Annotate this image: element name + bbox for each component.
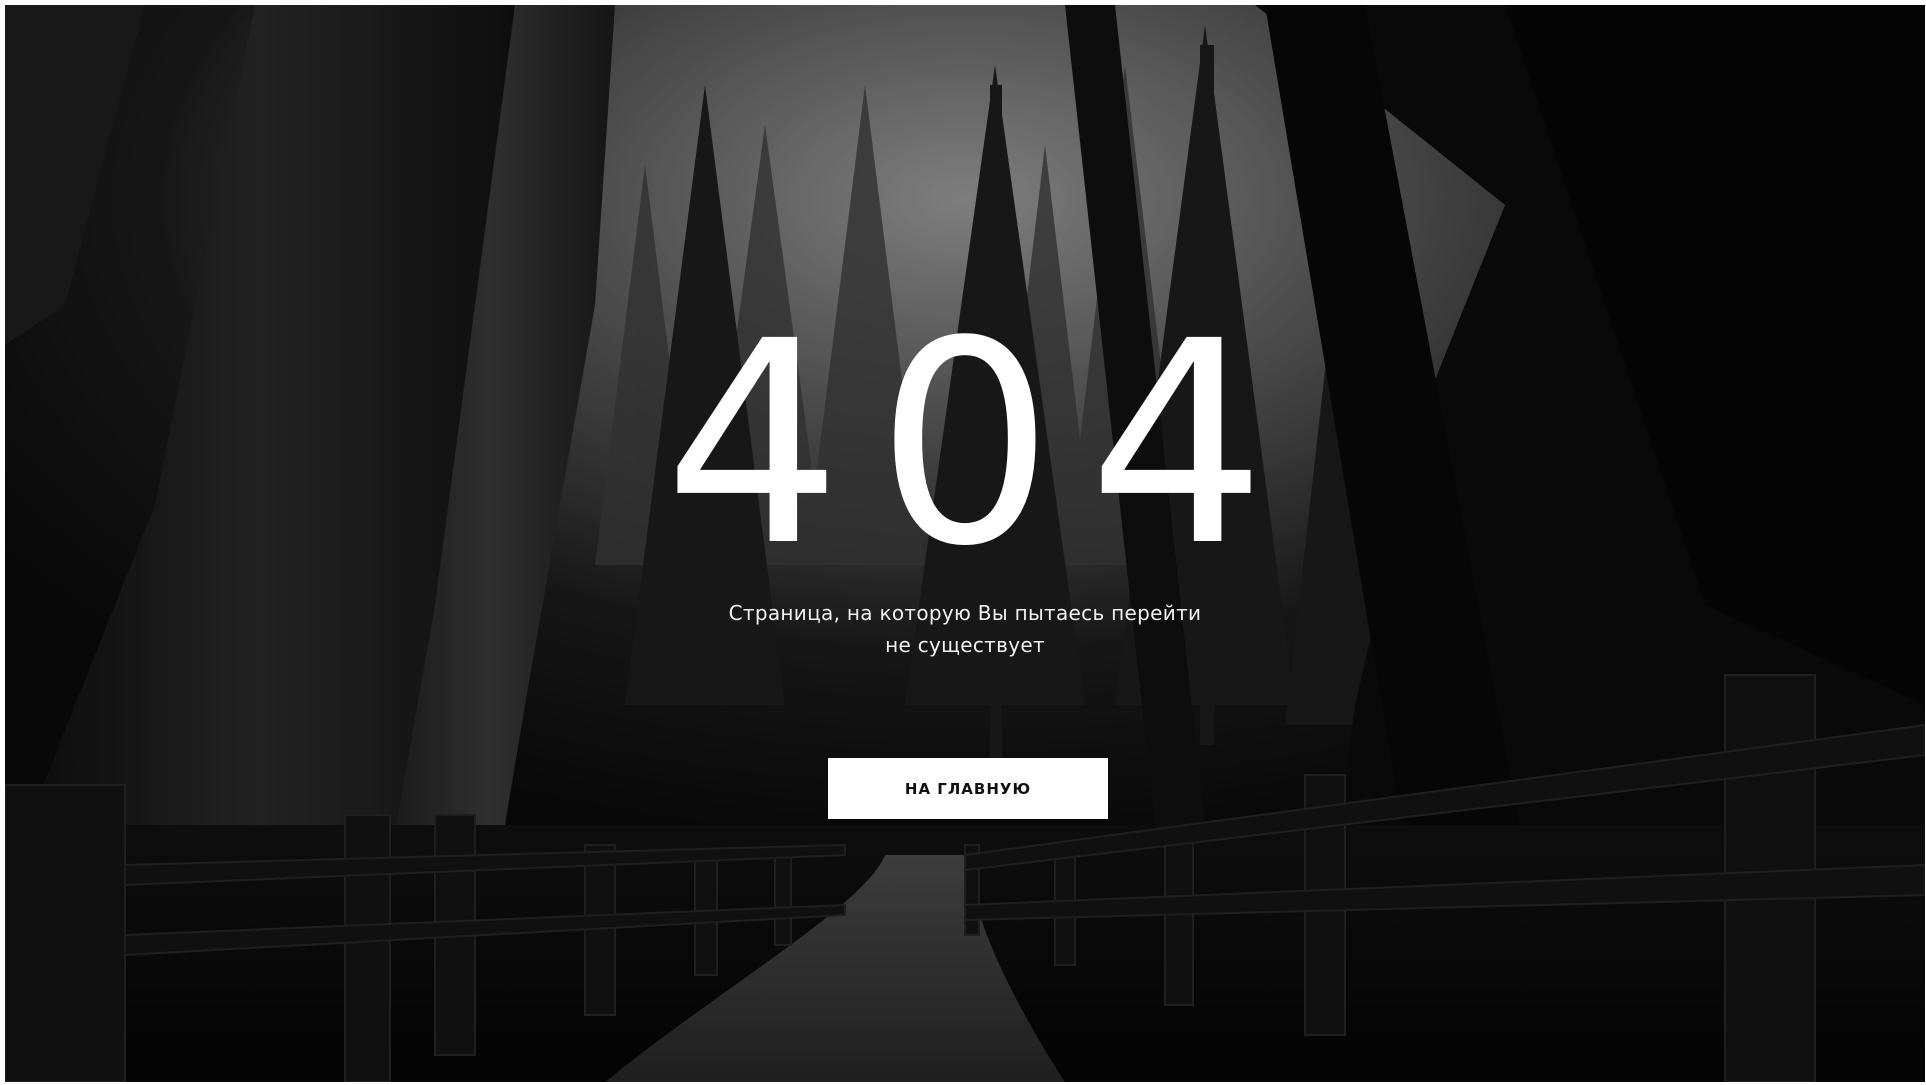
- home-button[interactable]: НА ГЛАВНУЮ: [828, 758, 1108, 819]
- error-message-line-2: не существует: [885, 633, 1045, 657]
- error-code-heading: 404: [663, 282, 1301, 608]
- error-message-line-1: Страница, на которую Вы пытаесь перейти: [728, 601, 1202, 625]
- error-message: Страница, на которую Вы пытаесь перейти …: [5, 597, 1925, 661]
- page-frame: 404 Страница, на которую Вы пытаесь пере…: [5, 5, 1925, 1082]
